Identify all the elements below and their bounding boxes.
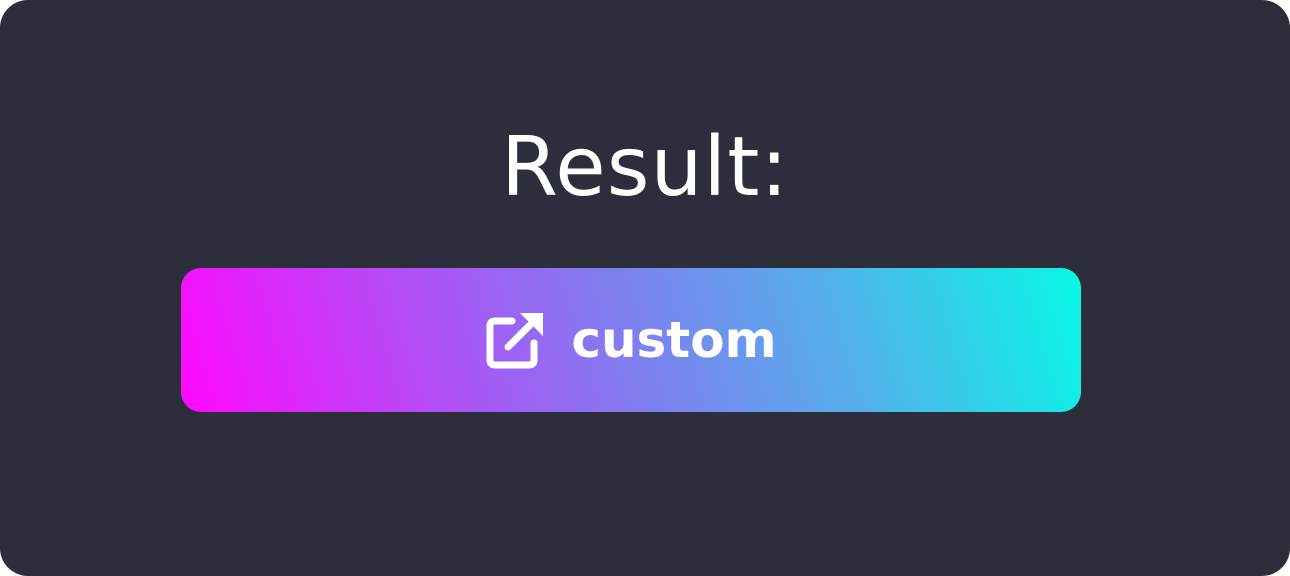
result-heading: Result: [501,120,789,215]
custom-button[interactable]: custom [181,268,1081,412]
result-card: Result: custom [0,0,1290,576]
button-label: custom [571,311,777,369]
button-content: custom [485,309,777,371]
external-link-icon [486,313,544,369]
